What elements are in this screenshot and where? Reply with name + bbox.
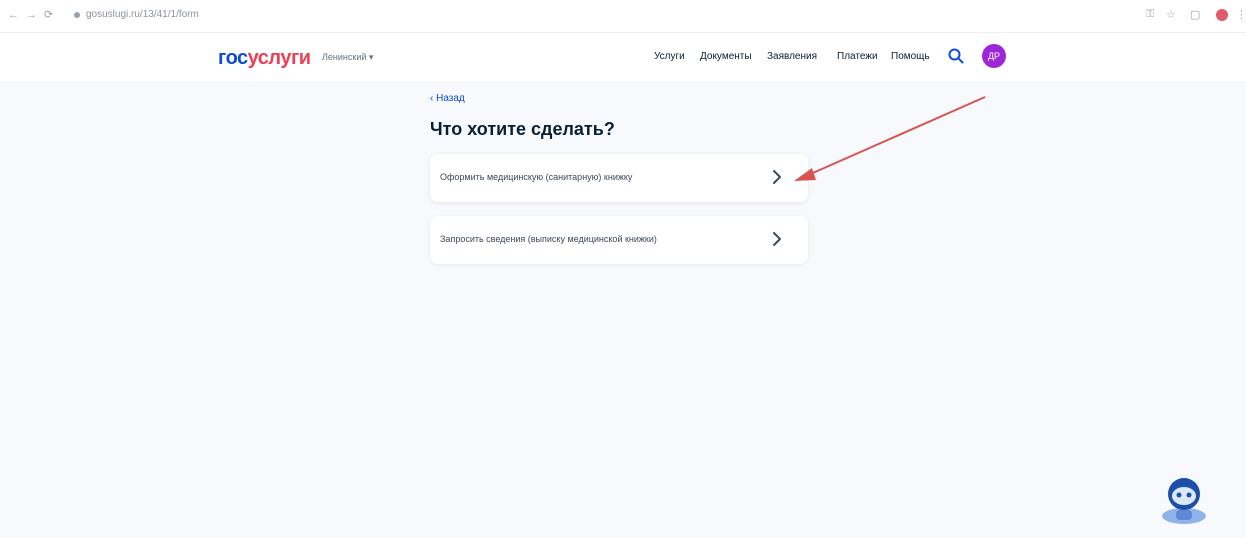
nav-payments[interactable]: Платежи	[837, 51, 878, 62]
option-label: Оформить медицинскую (санитарную) книжку	[440, 172, 633, 182]
option-card-medical-book[interactable]: Оформить медицинскую (санитарную) книжку	[430, 154, 808, 202]
tab-icon[interactable]: ▢	[1190, 8, 1200, 21]
search-icon[interactable]	[947, 47, 965, 65]
nav-applications[interactable]: Заявления	[767, 51, 817, 62]
star-icon[interactable]: ☆	[1166, 8, 1176, 21]
nav-services[interactable]: Услуги	[654, 51, 685, 62]
chevron-right-icon	[773, 170, 781, 184]
option-label: Запросить сведения (выписку медицинской …	[440, 234, 657, 244]
back-arrow-icon[interactable]: ←	[8, 8, 19, 22]
site-info-icon[interactable]	[74, 12, 80, 18]
back-link[interactable]: ‹ Назад	[430, 93, 465, 104]
page-title: Что хотите сделать?	[430, 119, 615, 139]
location-selector[interactable]: Ленинский ▾	[322, 52, 373, 63]
gosuslugi-logo[interactable]: госуслуги	[218, 47, 311, 70]
address-bar[interactable]: gosuslugi.ru/13/41/1/form	[86, 9, 199, 20]
avatar[interactable]: ДР	[982, 44, 1006, 68]
logo-part-uslugi: услуги	[247, 47, 311, 69]
nav-documents[interactable]: Документы	[700, 51, 752, 62]
option-card-request-extract[interactable]: Запросить сведения (выписку медицинской …	[430, 216, 808, 264]
menu-dots-icon[interactable]: ⋮	[1236, 8, 1246, 21]
logo-part-gos: гос	[218, 47, 248, 69]
site-header: госуслуги Ленинский ▾ Услуги Документы З…	[0, 33, 1246, 81]
nav-help[interactable]: Помощь	[891, 51, 930, 62]
forward-arrow-icon[interactable]: →	[26, 8, 37, 22]
chevron-right-icon	[773, 232, 781, 246]
browser-toolbar: ← → ⟳ gosuslugi.ru/13/41/1/form ⚿ ☆ ▢ ⋮	[0, 0, 1246, 33]
assistant-robot-icon[interactable]	[1152, 466, 1216, 530]
reload-icon[interactable]: ⟳	[44, 8, 53, 22]
profile-icon[interactable]	[1216, 9, 1228, 21]
key-icon[interactable]: ⚿	[1146, 8, 1154, 21]
